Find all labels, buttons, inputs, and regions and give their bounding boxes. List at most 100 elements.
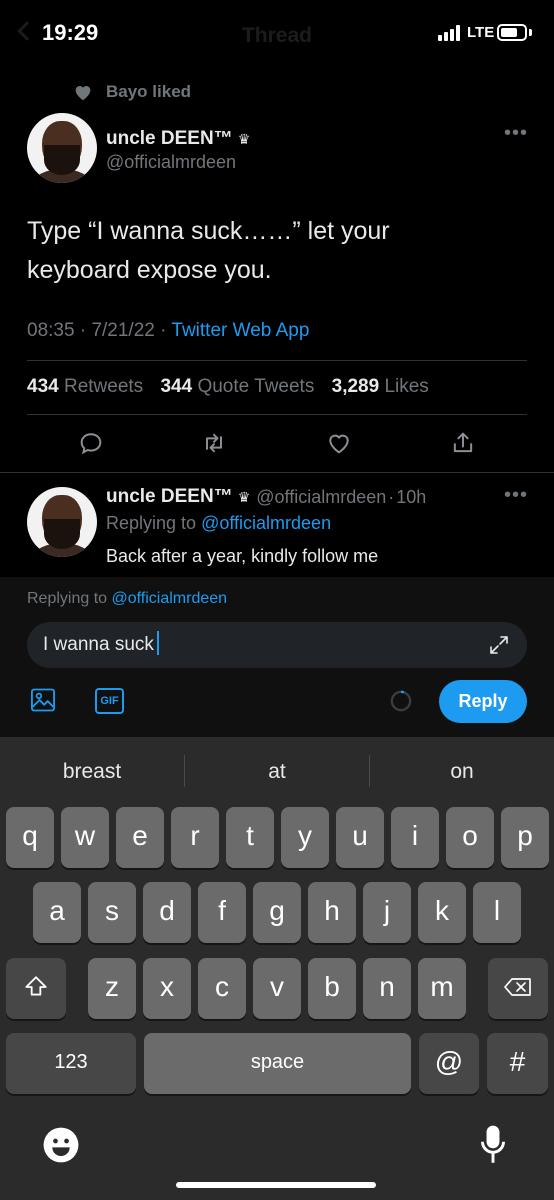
reply-avatar[interactable] (27, 487, 97, 557)
battery-icon (497, 24, 527, 41)
avatar[interactable] (27, 113, 97, 183)
key-h[interactable]: h (308, 882, 356, 943)
replying-handle-link[interactable]: @officialmrdeen (201, 513, 331, 533)
author-name-line[interactable]: uncle DEEN™ ♛ (106, 128, 250, 150)
signal-icon (438, 25, 464, 41)
key-b[interactable]: b (308, 958, 356, 1019)
key-r[interactable]: r (171, 807, 219, 868)
likes-stat[interactable]: 3,289 Likes (332, 376, 429, 397)
key-a[interactable]: a (33, 882, 81, 943)
retweets-label: Retweets (63, 376, 144, 397)
tweet-source-link[interactable]: Twitter Web App (171, 320, 309, 341)
key-k[interactable]: k (418, 882, 466, 943)
retweet-icon[interactable] (200, 429, 228, 457)
reply-input[interactable]: I wanna suck (27, 622, 527, 668)
reply-tweet-text: Back after a year, kindly follow me (106, 546, 379, 566)
reply-author-handle: @officialmrdeen (256, 486, 387, 507)
liked-text: Bayo liked (106, 82, 192, 101)
replying-prefix: Replying to (27, 590, 108, 607)
liked-header: Bayo liked (72, 80, 191, 104)
at-key[interactable]: @ (419, 1033, 479, 1094)
divider (27, 414, 527, 415)
key-s[interactable]: s (88, 882, 136, 943)
key-d[interactable]: d (143, 882, 191, 943)
backspace-icon (504, 978, 531, 996)
key-i[interactable]: i (391, 807, 439, 868)
reply-more-options-icon[interactable]: ••• (504, 484, 528, 507)
reply-author-line[interactable]: uncle DEEN™ ♛ @officialmrdeen · 10h (106, 486, 426, 508)
author-handle: @officialmrdeen (106, 152, 236, 172)
shift-icon (25, 976, 47, 996)
key-p[interactable]: p (501, 807, 549, 868)
image-icon[interactable] (29, 686, 57, 714)
tweet-meta: 08:35 · 7/21/22 · Twitter Web App (27, 320, 310, 341)
quotes-stat[interactable]: 344 Quote Tweets (160, 376, 314, 397)
tweet-stats: 434 Retweets 344 Quote Tweets 3,289 Like… (27, 376, 429, 398)
composer-replying-to: Replying to @officialmrdeen (27, 590, 227, 608)
suggestion-item[interactable]: breast (0, 755, 184, 789)
key-t[interactable]: t (226, 807, 274, 868)
reply-icon[interactable] (77, 429, 105, 457)
likes-label: Likes (384, 376, 429, 397)
gif-icon[interactable]: GIF (95, 688, 124, 714)
heart-icon (75, 86, 91, 101)
replying-prefix: Replying to (106, 513, 197, 533)
reply-author-name: uncle DEEN™ (106, 486, 233, 507)
key-q[interactable]: q (6, 807, 54, 868)
keyboard: breast at on q w e r t y u i o p a s d f… (0, 737, 554, 1200)
network-label: LTE (467, 24, 495, 41)
shift-key[interactable] (6, 958, 66, 1019)
key-n[interactable]: n (363, 958, 411, 1019)
like-icon[interactable] (325, 429, 353, 457)
author-handle-line: @officialmrdeen (106, 152, 236, 173)
tweet-text: Type “I wanna suck……” let your keyboard … (27, 212, 527, 290)
suggestion-item[interactable]: on (370, 755, 554, 789)
space-key[interactable]: space (144, 1033, 411, 1094)
reply-input-value: I wanna suck (43, 634, 154, 655)
tweet-text-line: keyboard expose you. (27, 256, 272, 284)
key-f[interactable]: f (198, 882, 246, 943)
author-name: uncle DEEN™ (106, 128, 233, 149)
retweets-count: 434 (27, 376, 59, 397)
numbers-key[interactable]: 123 (6, 1033, 136, 1094)
key-v[interactable]: v (253, 958, 301, 1019)
status-bar: 19:29 Thread LTE (0, 0, 554, 70)
divider (0, 472, 554, 473)
microphone-icon[interactable] (480, 1124, 506, 1166)
retweets-stat[interactable]: 434 Retweets (27, 376, 143, 397)
quotes-count: 344 (160, 376, 193, 397)
tweet-date: 7/21/22 (91, 320, 155, 341)
hash-key[interactable]: # (487, 1033, 548, 1094)
key-e[interactable]: e (116, 807, 164, 868)
key-l[interactable]: l (473, 882, 521, 943)
expand-icon[interactable] (487, 633, 511, 657)
tweet-text-line: Type “I wanna suck……” let your (27, 217, 390, 245)
battery-tip (529, 29, 532, 36)
share-icon[interactable] (449, 429, 477, 457)
likes-count: 3,289 (331, 376, 380, 397)
key-g[interactable]: g (253, 882, 301, 943)
key-o[interactable]: o (446, 807, 494, 868)
suggestion-item[interactable]: at (185, 755, 369, 789)
key-y[interactable]: y (281, 807, 329, 868)
key-m[interactable]: m (418, 958, 466, 1019)
backspace-key[interactable] (488, 958, 548, 1019)
key-x[interactable]: x (143, 958, 191, 1019)
home-indicator (176, 1182, 376, 1188)
reply-button[interactable]: Reply (439, 680, 527, 723)
more-options-icon[interactable]: ••• (504, 122, 528, 145)
tweet-time: 08:35 (27, 320, 75, 341)
emoji-icon[interactable] (42, 1126, 80, 1164)
replying-handle-link[interactable]: @officialmrdeen (112, 590, 228, 607)
key-c[interactable]: c (198, 958, 246, 1019)
key-z[interactable]: z (88, 958, 136, 1019)
quotes-label: Quote Tweets (197, 376, 315, 397)
key-u[interactable]: u (336, 807, 384, 868)
key-w[interactable]: w (61, 807, 109, 868)
text-caret (156, 631, 159, 656)
divider (27, 360, 527, 361)
reply-age: 10h (396, 486, 427, 507)
crown-icon: ♛ (237, 488, 251, 505)
key-j[interactable]: j (363, 882, 411, 943)
character-count-ring (390, 690, 412, 712)
